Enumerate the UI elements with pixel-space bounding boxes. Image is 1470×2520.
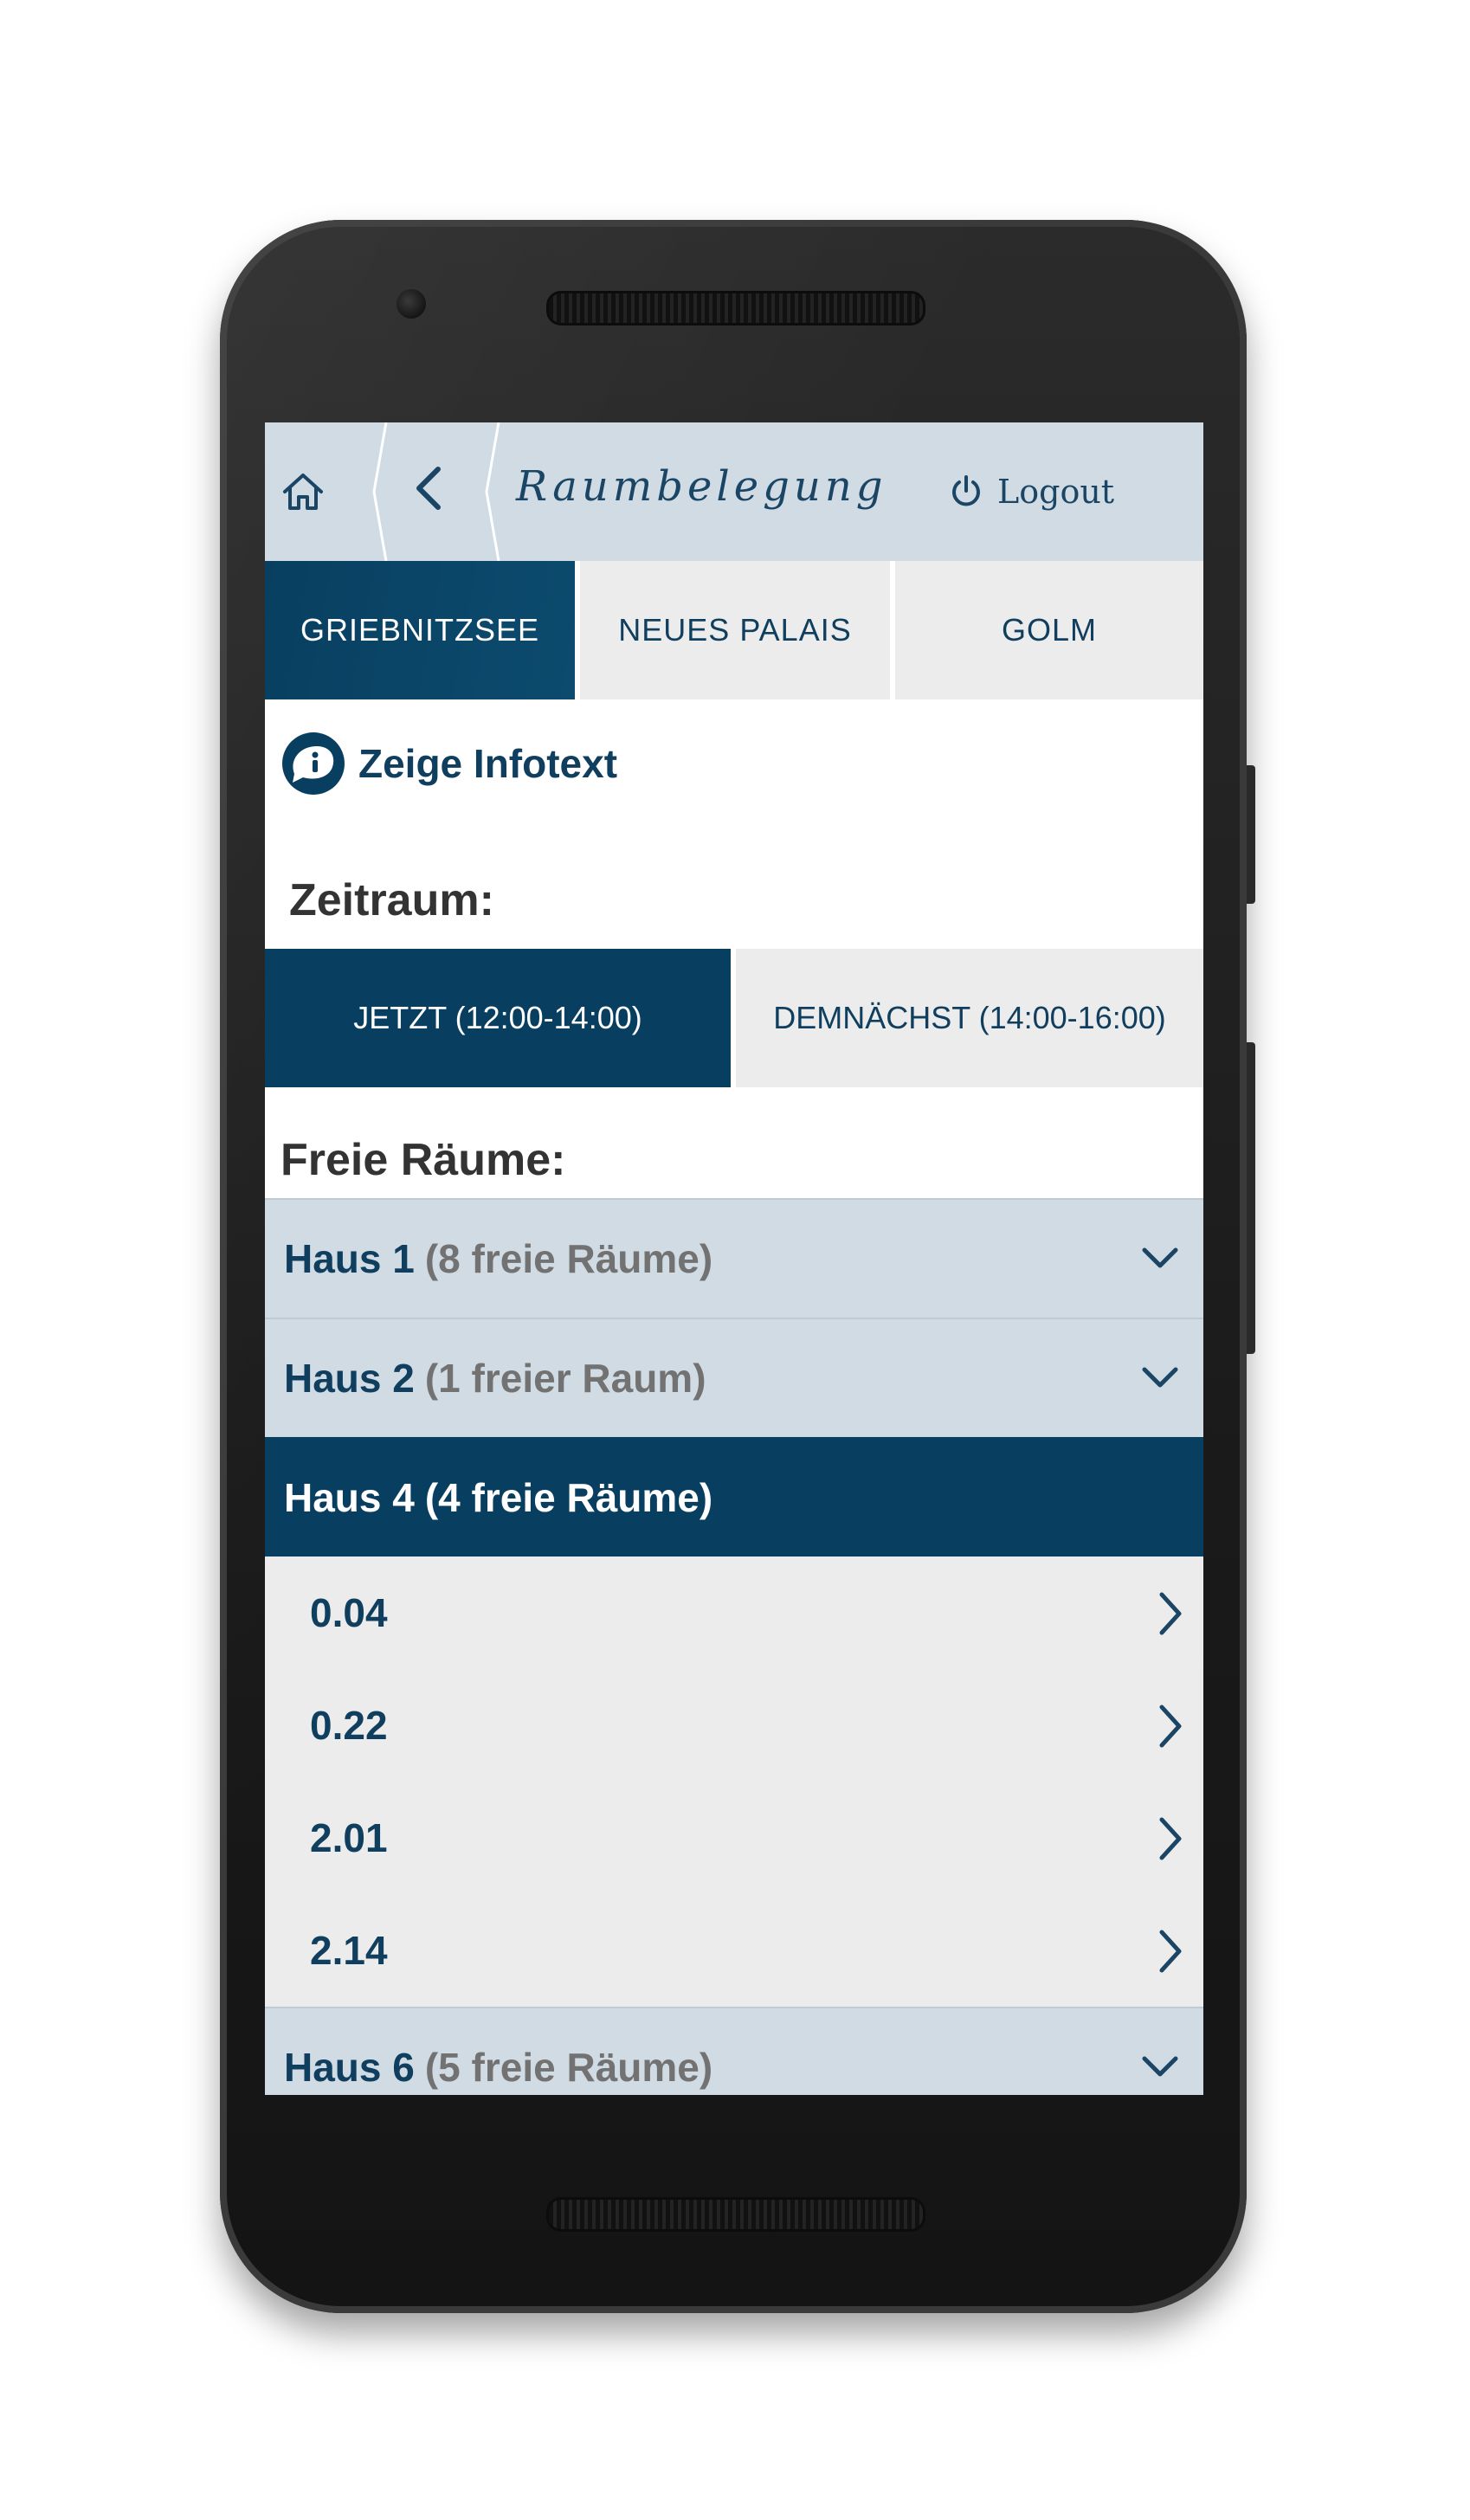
tab-jetzt[interactable]: JETZT (12:00-14:00) [265,949,731,1087]
page-title: Raumbelegung [516,462,887,511]
house-room-count: (5 freie Räume) [424,2045,713,2090]
room-item[interactable]: 0.04 [265,1556,1203,1669]
house-room-count: (8 freie Räume) [424,1236,713,1281]
logout-label: Logout [997,473,1115,511]
volume-side-button [1247,1042,1255,1354]
infotext-label: Zeige Infotext [358,741,618,786]
app-header: Raumbelegung Logout [265,422,1203,561]
header-separator [372,422,388,561]
header-separator [485,422,500,561]
room-item[interactable]: 0.22 [265,1669,1203,1782]
home-icon[interactable] [280,469,326,514]
zeitraum-heading: Zeitraum: [289,875,494,925]
tab-golm[interactable]: GOLM [890,561,1203,699]
chevron-right-icon [1159,1592,1182,1635]
house-row-expanded[interactable]: Haus 4 (4 freie Räume) [265,1437,1203,1556]
house-row[interactable]: Haus 2 (1 freier Raum) [265,1318,1203,1437]
chevron-right-icon [1159,1705,1182,1748]
info-bubble-icon [282,732,345,795]
house-name: Haus 4 [284,1475,415,1520]
chevron-right-icon [1159,1930,1182,1973]
tab-griebnitzsee[interactable]: GRIEBNITZSEE [265,561,575,699]
chevron-right-icon [1159,1817,1182,1860]
show-infotext-link[interactable]: Zeige Infotext [280,731,617,796]
house-name: Haus 6 [284,2045,415,2090]
house-name: Haus 1 [284,1236,415,1281]
tab-neues-palais[interactable]: NEUES PALAIS [575,561,890,699]
time-period-tabs: JETZT (12:00-14:00) DEMNÄCHST (14:00-16:… [265,949,1203,1087]
house-row[interactable]: Haus 1 (8 freie Räume) [265,1198,1203,1318]
room-number: 0.04 [310,1590,388,1635]
campus-tabs: GRIEBNITZSEE NEUES PALAIS GOLM [265,561,1203,699]
room-number: 2.01 [310,1815,388,1860]
tab-demnaechst[interactable]: DEMNÄCHST (14:00-16:00) [736,949,1203,1087]
house-room-count: (4 freie Räume) [424,1475,713,1520]
earpiece-speaker [546,291,925,325]
chevron-down-icon [1142,2056,1178,2077]
front-camera [397,289,426,319]
room-number: 0.22 [310,1703,388,1748]
chevron-down-icon [1142,1247,1178,1268]
bottom-speaker [546,2197,925,2232]
house-list: Haus 1 (8 freie Räume) Haus 2 (1 freier … [265,1198,1203,2095]
house-name: Haus 2 [284,1356,415,1401]
chevron-down-icon [1142,1367,1178,1388]
house-row[interactable]: Haus 6 (5 freie Räume) [265,2007,1203,2095]
logout-button[interactable]: Logout [949,469,1114,514]
room-number: 2.14 [310,1928,388,1973]
power-icon [952,475,980,506]
house-room-count: (1 freier Raum) [424,1356,706,1401]
free-rooms-heading: Freie Räume: [280,1135,566,1185]
app-screen: Raumbelegung Logout GRIEBNITZSEE NEUES P… [265,422,1203,2095]
room-item[interactable]: 2.14 [265,1894,1203,2007]
room-item[interactable]: 2.01 [265,1782,1203,1894]
power-side-button [1247,765,1255,904]
chevron-left-icon[interactable] [410,464,448,512]
